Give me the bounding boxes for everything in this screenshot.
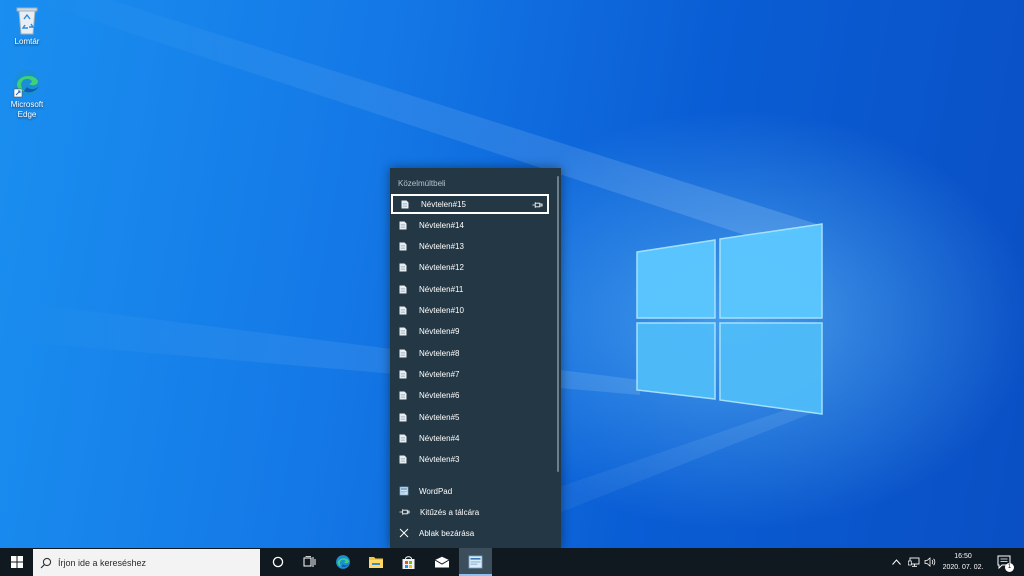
file-explorer-icon	[368, 557, 383, 568]
tray-network[interactable]	[905, 548, 923, 576]
search-placeholder: Írjon ide a kereséshez	[58, 557, 147, 568]
task-view-icon	[303, 556, 316, 567]
desktop-icon-recycle-bin[interactable]: Lomtár	[1, 5, 53, 47]
network-icon	[908, 557, 920, 567]
task-open-wordpad[interactable]: WordPad	[391, 481, 549, 501]
task-view-button[interactable]	[294, 548, 325, 576]
task-pin-to-taskbar[interactable]: Kitűzés a tálcára	[391, 502, 549, 522]
volume-icon	[924, 557, 936, 567]
recent-item-label: Névtelen#12	[419, 263, 464, 273]
recent-item[interactable]: Névtelen#10	[391, 301, 549, 321]
document-icon	[399, 285, 407, 294]
search-icon	[40, 557, 52, 568]
recent-item-label: Névtelen#13	[419, 242, 464, 252]
recent-item[interactable]: Névtelen#7	[391, 364, 549, 384]
recent-item-label: Névtelen#8	[419, 348, 460, 358]
recent-item-label: Névtelen#10	[419, 306, 464, 315]
document-icon	[399, 413, 407, 421]
task-label: WordPad	[419, 486, 453, 496]
clock-date: 2020. 07. 02.	[942, 564, 984, 571]
document-icon	[399, 391, 407, 400]
recent-item[interactable]: Névtelen#6	[391, 386, 549, 406]
desktop-icon-label: Microsoft Edge	[10, 100, 44, 119]
recent-item-label: Névtelen#6	[419, 391, 460, 401]
document-icon	[399, 349, 407, 358]
desktop-icon-edge[interactable]: Microsoft Edge	[1, 68, 53, 120]
taskbar-app-wordpad[interactable]	[459, 548, 492, 576]
document-icon	[399, 327, 407, 336]
section-title-recent: Közelmúltbeli	[398, 179, 446, 188]
recent-item-label: Névtelen#5	[419, 412, 460, 422]
document-icon	[399, 306, 407, 315]
clock-time: 16:50	[954, 553, 972, 560]
tray-volume[interactable]	[922, 548, 938, 576]
jump-list-scrollbar[interactable]	[557, 176, 559, 472]
document-icon	[399, 221, 407, 230]
jump-list: Közelmúltbeli Névtelen#15 Névtelen#14 Névt…	[390, 168, 561, 548]
tray-show-hidden-icons[interactable]	[888, 548, 904, 576]
close-icon	[399, 528, 409, 538]
task-close-window[interactable]: Ablak bezárása	[391, 523, 549, 543]
task-label: Kitűzés a tálcára	[420, 507, 480, 517]
recent-item-label: Névtelen#4	[419, 433, 460, 443]
chevron-up-icon	[891, 559, 901, 565]
recent-item[interactable]: Névtelen#5	[391, 407, 549, 427]
recent-item-label: Névtelen#7	[419, 369, 460, 379]
taskbar-app-mail[interactable]	[426, 548, 457, 576]
search-input[interactable]: Írjon ide a kereséshez	[33, 549, 260, 576]
pin-icon[interactable]	[532, 201, 543, 209]
pin-icon	[399, 509, 410, 515]
document-icon	[399, 242, 407, 251]
task-label: Ablak bezárása	[419, 528, 475, 538]
taskbar-app-edge[interactable]	[327, 548, 358, 576]
taskbar-app-store[interactable]	[393, 548, 424, 576]
store-icon	[402, 555, 415, 569]
recycle-bin-icon	[16, 7, 38, 35]
edge-icon	[335, 555, 350, 569]
start-button[interactable]	[0, 548, 33, 576]
document-icon	[399, 434, 407, 443]
recent-item[interactable]: Névtelen#14	[391, 215, 549, 235]
cortana-button[interactable]	[262, 548, 293, 576]
document-icon	[399, 370, 407, 379]
recent-item[interactable]: Névtelen#15	[391, 194, 549, 214]
document-icon	[399, 263, 407, 272]
desktop-icon-label: Lomtár	[14, 37, 40, 46]
recent-item[interactable]: Névtelen#4	[391, 428, 549, 448]
notification-count-badge: 1	[1005, 563, 1014, 572]
edge-icon	[13, 70, 40, 98]
recent-item-label: Névtelen#9	[419, 327, 460, 337]
recent-item[interactable]: Névtelen#13	[391, 237, 549, 257]
tray-clock[interactable]: 16:50 2020. 07. 02.	[938, 548, 988, 576]
recent-item-label: Névtelen#11	[419, 284, 464, 294]
cortana-icon	[272, 556, 283, 568]
recent-item[interactable]: Névtelen#8	[391, 343, 549, 363]
document-icon	[399, 455, 407, 464]
taskbar-app-file-explorer[interactable]	[360, 548, 391, 576]
windows-start-icon	[10, 556, 23, 568]
windows-logo	[636, 223, 823, 415]
recent-item[interactable]: Névtelen#9	[391, 322, 549, 342]
document-icon	[401, 200, 409, 208]
recent-item-label: Névtelen#14	[419, 220, 464, 230]
recent-item[interactable]: Névtelen#11	[391, 279, 549, 299]
recent-item-label: Névtelen#3	[419, 455, 460, 465]
recent-item[interactable]: Névtelen#3	[391, 450, 549, 470]
recent-item-label: Névtelen#15	[421, 199, 466, 209]
taskbar: Írjon ide a kereséshez 16:50 2020. 07. 0…	[0, 548, 1024, 576]
recent-item[interactable]: Névtelen#12	[391, 258, 549, 278]
mail-icon	[434, 556, 449, 568]
wordpad-icon	[468, 555, 483, 569]
wordpad-icon	[399, 486, 409, 496]
action-center-button[interactable]: 1	[992, 548, 1016, 576]
